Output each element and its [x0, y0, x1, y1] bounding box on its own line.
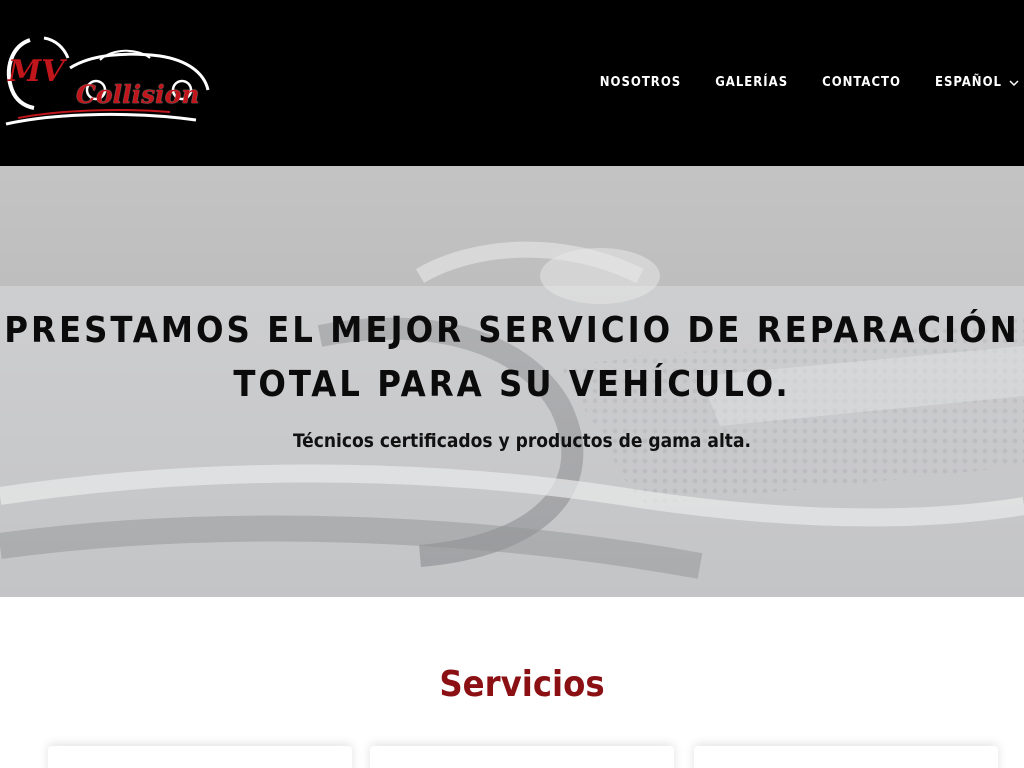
service-card[interactable] — [694, 746, 998, 768]
language-label: ESPAÑOL — [934, 75, 1002, 90]
logo-mv-text: MV — [8, 54, 65, 89]
service-card[interactable] — [48, 746, 352, 768]
chevron-down-icon — [1009, 80, 1019, 87]
hero-banner: PRESTAMOS EL MEJOR SERVICIO DE REPARACIÓ… — [0, 166, 1024, 597]
hero-subtitle: Técnicos certificados y productos de gam… — [292, 430, 752, 452]
services-heading: Servicios — [439, 664, 605, 705]
site-header: MV Collision NOSOTROS GALERÍAS CONTACTO … — [0, 0, 1024, 166]
nav-item-contacto[interactable]: CONTACTO — [822, 72, 901, 94]
logo-collision-text: Collision — [76, 80, 200, 109]
brand-logo[interactable]: MV Collision — [0, 34, 220, 134]
nav-item-nosotros[interactable]: NOSOTROS — [600, 72, 681, 94]
nav-item-galerias[interactable]: GALERÍAS — [715, 72, 788, 94]
language-selector[interactable]: ESPAÑOL — [935, 72, 1020, 94]
main-nav: NOSOTROS GALERÍAS CONTACTO ESPAÑOL — [566, 72, 1024, 94]
hero-title: PRESTAMOS EL MEJOR SERVICIO DE REPARACIÓ… — [4, 310, 1020, 405]
service-card[interactable] — [370, 746, 674, 768]
